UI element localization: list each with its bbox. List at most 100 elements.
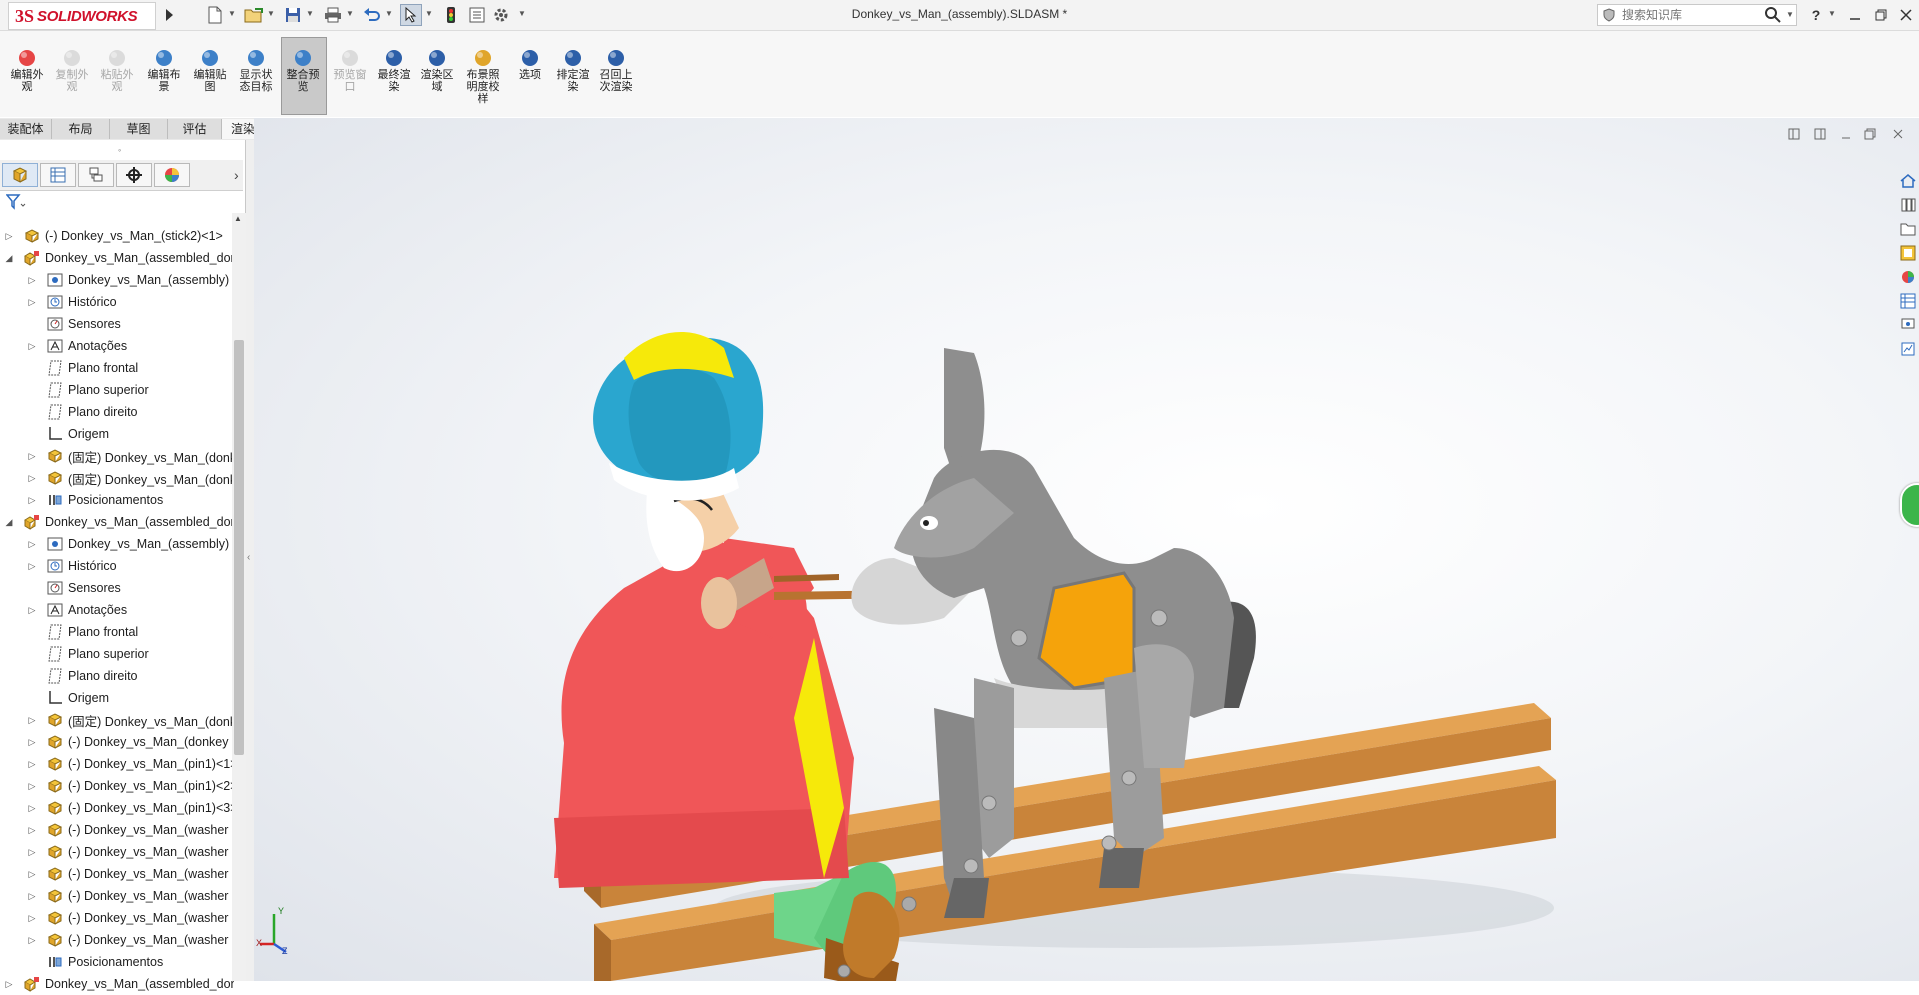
solidworks-logo[interactable]: 3S SOLIDWORKS	[8, 2, 156, 30]
save-dropdown-icon[interactable]: ▼	[306, 9, 314, 21]
graphics-viewport[interactable]	[254, 118, 1919, 981]
scroll-up-arrow-icon[interactable]: ▲	[234, 214, 242, 223]
ribbon-command-4[interactable]: 编辑贴图	[190, 48, 230, 93]
design-library-icon[interactable]	[1898, 195, 1918, 215]
performance-badge-icon[interactable]	[1900, 483, 1919, 527]
tree-item[interactable]: ▷ (-) Donkey_vs_Man_(washer	[0, 929, 257, 951]
tree-item[interactable]: ▷ (-) Donkey_vs_Man_(donkey	[0, 731, 257, 753]
ribbon-command-9[interactable]: 渲染区域	[417, 48, 457, 93]
tree-item[interactable]: ▷ Donkey_vs_Man_(assembly)	[0, 533, 257, 555]
tree-item[interactable]: Posicionamentos	[0, 951, 257, 973]
viewport-close-icon[interactable]	[1890, 126, 1906, 142]
expand-arrow-icon[interactable]: ▷	[27, 825, 37, 836]
property-manager-tab[interactable]	[40, 163, 76, 187]
tree-item[interactable]: ▷ (-) Donkey_vs_Man_(washer	[0, 819, 257, 841]
search-dropdown-icon[interactable]: ▼	[1786, 10, 1794, 19]
print-dropdown-icon[interactable]: ▼	[346, 9, 354, 21]
expand-arrow-icon[interactable]: ▷	[27, 495, 37, 506]
expand-arrow-icon[interactable]: ▷	[27, 759, 37, 770]
tree-item[interactable]: ▷ Donkey_vs_Man_(assembled_donkey)<3>	[0, 973, 234, 995]
tree-item[interactable]: ▷ (固定) Donkey_vs_Man_(donkey	[0, 709, 257, 731]
expand-arrow-icon[interactable]: ▷	[27, 605, 37, 616]
filter-icon[interactable]	[5, 194, 26, 213]
tree-item[interactable]: ▷ (固定) Donkey_vs_Man_(donkey	[0, 445, 257, 467]
minimize-window-icon[interactable]	[1843, 3, 1867, 27]
collapse-arrow-icon[interactable]: ◢	[4, 517, 14, 528]
ribbon-command-0[interactable]: 编辑外观	[7, 48, 47, 93]
file-properties-icon[interactable]	[466, 4, 488, 26]
expand-arrow-icon[interactable]: ▷	[27, 913, 37, 924]
tab-1[interactable]: 布局	[52, 119, 110, 139]
ribbon-command-13[interactable]: 召回上次渲染	[596, 48, 636, 93]
expand-arrow-icon[interactable]: ▷	[27, 297, 37, 308]
close-window-icon[interactable]	[1894, 3, 1918, 27]
search-icon[interactable]	[1764, 6, 1782, 27]
expand-arrow-icon[interactable]: ▷	[27, 891, 37, 902]
expand-arrow-icon[interactable]: ▷	[27, 803, 37, 814]
tree-item[interactable]: ▷ (-) Donkey_vs_Man_(pin1)<2>	[0, 775, 257, 797]
tree-scrollbar-thumb[interactable]	[234, 340, 244, 755]
open-dropdown-icon[interactable]: ▼	[267, 9, 275, 21]
expand-arrow-icon[interactable]: ▷	[27, 561, 37, 572]
file-explorer-icon[interactable]	[1898, 219, 1918, 239]
ribbon-command-11[interactable]: 选项	[510, 48, 550, 81]
expand-arrow-icon[interactable]: ▷	[27, 935, 37, 946]
viewport-restore-icon[interactable]	[1862, 126, 1878, 142]
tree-item[interactable]: Origem	[0, 423, 257, 445]
help-button[interactable]: ?	[1804, 3, 1828, 27]
ribbon-command-10[interactable]: 布景照明度校样	[463, 48, 503, 105]
save-icon[interactable]	[282, 4, 304, 26]
options-gear-icon[interactable]	[490, 4, 512, 26]
select-dropdown-icon[interactable]: ▼	[425, 9, 433, 21]
expand-arrow-icon[interactable]: ▷	[4, 979, 14, 990]
expand-menu-icon[interactable]	[158, 4, 180, 26]
ribbon-command-1[interactable]: 复制外观	[52, 48, 92, 93]
help-dropdown-icon[interactable]: ▼	[1828, 9, 1836, 21]
tree-item[interactable]: Origem	[0, 687, 257, 709]
tree-item[interactable]: ▷ Donkey_vs_Man_(assembly)	[0, 269, 257, 291]
restore-window-icon[interactable]	[1869, 3, 1893, 27]
tree-item[interactable]: ▷ (固定) Donkey_vs_Man_(donkey	[0, 467, 257, 489]
tree-item[interactable]: ▷ (-) Donkey_vs_Man_(washer	[0, 907, 257, 929]
new-document-icon[interactable]	[204, 4, 226, 26]
expand-arrow-icon[interactable]: ▷	[27, 847, 37, 858]
tree-item[interactable]: Sensores	[0, 313, 257, 335]
home-icon[interactable]	[1898, 171, 1918, 191]
collapse-arrow-icon[interactable]: ◢	[4, 253, 14, 264]
configuration-manager-tab[interactable]	[78, 163, 114, 187]
tab-0[interactable]: 装配体	[0, 119, 52, 139]
ribbon-command-6[interactable]: 整合预览	[283, 48, 323, 93]
feature-tree-tab[interactable]	[2, 163, 38, 187]
tree-item[interactable]: Plano superior	[0, 379, 257, 401]
tree-item[interactable]: Plano superior	[0, 643, 257, 665]
tree-item[interactable]: ▷ (-) Donkey_vs_Man_(washer	[0, 841, 257, 863]
tree-item[interactable]: ◢ Donkey_vs_Man_(assembled_donkey)<1>	[0, 247, 234, 269]
tree-item[interactable]: ▷ (-) Donkey_vs_Man_(washer	[0, 863, 257, 885]
ribbon-command-8[interactable]: 最终渲染	[374, 48, 414, 93]
expand-arrow-icon[interactable]: ▷	[27, 341, 37, 352]
expand-arrow-icon[interactable]: ▷	[27, 737, 37, 748]
expand-arrow-icon[interactable]: ▷	[27, 781, 37, 792]
expand-arrow-icon[interactable]: ▷	[27, 451, 37, 462]
expand-arrow-icon[interactable]: ▷	[27, 869, 37, 880]
options-dropdown-icon[interactable]: ▼	[518, 9, 526, 21]
tree-item[interactable]: Plano direito	[0, 665, 257, 687]
tree-item[interactable]: Plano direito	[0, 401, 257, 423]
rebuild-traffic-light-icon[interactable]	[440, 4, 462, 26]
open-folder-icon[interactable]	[243, 4, 265, 26]
tree-item[interactable]: ▷ Histórico	[0, 555, 257, 577]
performance-evaluation-icon[interactable]	[1898, 339, 1918, 359]
viewport-minimize-icon[interactable]	[1838, 126, 1854, 142]
tab-2[interactable]: 草图	[110, 119, 168, 139]
viewport-tile-right-icon[interactable]	[1812, 126, 1828, 142]
tree-item[interactable]: ▷ Anotações	[0, 599, 257, 621]
knowledge-search-box[interactable]: ▼	[1597, 4, 1797, 26]
tree-item[interactable]: ▷ (-) Donkey_vs_Man_(washer	[0, 885, 257, 907]
expand-arrow-icon[interactable]: ▷	[4, 231, 14, 242]
custom-properties-icon[interactable]	[1898, 291, 1918, 311]
expand-arrow-icon[interactable]: ▷	[27, 473, 37, 484]
tree-item[interactable]: ▷ Anotações	[0, 335, 257, 357]
display-manager-tab[interactable]	[154, 163, 190, 187]
collapse-panel-icon[interactable]: ‹	[247, 552, 250, 563]
appearances-scenes-icon[interactable]	[1898, 267, 1918, 287]
